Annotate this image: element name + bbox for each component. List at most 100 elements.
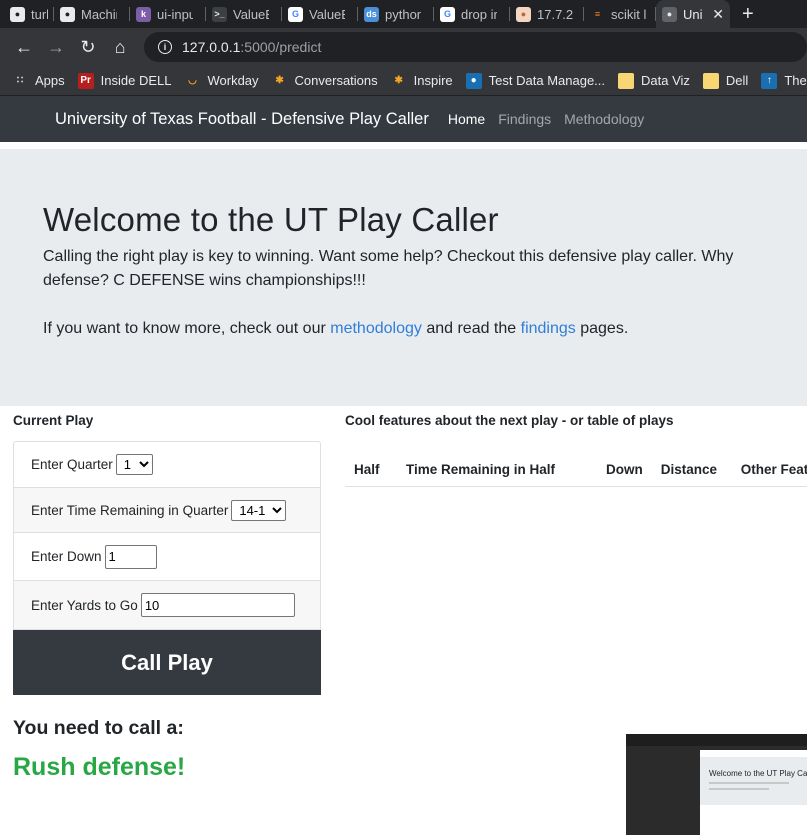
- intro-text: Calling the right play is key to winning…: [43, 248, 734, 289]
- browser-tab[interactable]: Gdrop ir: [434, 0, 510, 28]
- quarter-select[interactable]: 1: [115, 454, 153, 475]
- bookmark-item[interactable]: ✱ Conversations: [272, 73, 378, 89]
- browser-tab[interactable]: ● Machir: [54, 0, 130, 28]
- forward-icon[interactable]: →: [40, 31, 72, 63]
- tab-label: ValueE: [309, 6, 345, 22]
- down-label: Enter Down: [31, 549, 102, 564]
- terminal-icon: >_: [212, 6, 227, 22]
- google-icon: G: [440, 6, 455, 22]
- url-host: 127.0.0.1: [182, 39, 241, 55]
- play-form: Enter Quarter 1 Enter Time Remaining in …: [13, 441, 321, 630]
- bookmark-item[interactable]: ∷ Apps: [12, 73, 65, 89]
- folder-icon: [702, 72, 719, 89]
- yards-input[interactable]: [140, 593, 295, 617]
- current-play-heading: Current Play: [13, 413, 94, 428]
- nav-methodology[interactable]: Methodology: [564, 111, 644, 127]
- bookmark-label: Apps: [35, 73, 65, 88]
- current-play-panel: Current Play Enter Quarter 1 Enter Time …: [13, 413, 321, 695]
- bookmark-label: Workday: [207, 73, 259, 88]
- github-icon: ●: [60, 6, 75, 22]
- bookmark-item[interactable]: Pr Inside DELL: [77, 72, 171, 89]
- address-bar[interactable]: i 127.0.0.1:5000/predict: [144, 32, 807, 62]
- bookmark-label: Data Viz: [641, 73, 690, 88]
- browser-tab[interactable]: k ui-inpu: [130, 0, 206, 28]
- jumbotron: Welcome to the UT Play Caller Calling th…: [0, 149, 807, 406]
- bookmark-label: Test Data Manage...: [488, 73, 606, 88]
- github-icon: ●: [10, 6, 25, 22]
- bookmark-item[interactable]: ↑ The: [761, 72, 807, 89]
- features-panel: Cool features about the next play - or t…: [345, 413, 807, 487]
- thumbnail-toolbar: [626, 734, 807, 746]
- browser-tab[interactable]: >_ ValueE: [206, 0, 282, 28]
- methodology-link[interactable]: methodology: [330, 320, 422, 337]
- tab-label: turbo-l: [31, 6, 48, 22]
- bookmark-label: Dell: [725, 73, 749, 88]
- nav-home[interactable]: Home: [448, 111, 485, 127]
- thumbnail-title: Welcome to the UT Play Calle: [709, 769, 807, 778]
- apps-grid-icon: ∷: [16, 75, 24, 86]
- yards-row: Enter Yards to Go: [14, 581, 320, 629]
- thumbnail-text-line: [709, 788, 769, 790]
- more-prefix: If you want to know more, check out our: [43, 320, 331, 337]
- time-select[interactable]: 14-15: [231, 499, 287, 521]
- spark-icon: ✱: [275, 75, 284, 86]
- bookmark-item[interactable]: ● Test Data Manage...: [465, 72, 606, 89]
- folder-icon: [618, 72, 635, 89]
- bookmark-item[interactable]: ◡ Workday: [184, 73, 258, 89]
- spark-icon: ✱: [394, 75, 403, 86]
- time-label: Enter Time Remaining in Quarter: [31, 502, 229, 518]
- browser-tab[interactable]: ds python: [358, 0, 434, 28]
- bookmark-item[interactable]: ✱ Inspire: [391, 73, 453, 89]
- bookmark-label: Inspire: [413, 73, 453, 88]
- col-time-remaining: Time Remaining in Half: [397, 450, 597, 487]
- bookmark-label: Conversations: [294, 73, 378, 88]
- down-row: Enter Down: [14, 533, 320, 581]
- findings-link[interactable]: findings: [521, 320, 576, 337]
- bookmark-item[interactable]: Dell: [702, 72, 749, 89]
- circle-icon: ●: [516, 6, 531, 22]
- browser-tab[interactable]: ● turbo-l: [4, 0, 54, 28]
- browser-toolbar: ← → ↻ ⌂ i 127.0.0.1:5000/predict: [0, 28, 807, 66]
- close-icon[interactable]: ✕: [712, 6, 724, 23]
- nav-findings[interactable]: Findings: [498, 111, 551, 127]
- col-half: Half: [345, 450, 397, 487]
- google-icon: G: [288, 6, 303, 22]
- browser-tab[interactable]: ≡ scikit l: [584, 0, 656, 28]
- screenshot-thumbnail[interactable]: Welcome to the UT Play Calle: [626, 734, 807, 835]
- url-path: :5000/predict: [240, 39, 322, 55]
- reload-icon[interactable]: ↻: [72, 31, 104, 63]
- site-navbar: University of Texas Football - Defensive…: [0, 96, 807, 142]
- quarter-label: Enter Quarter: [31, 457, 113, 472]
- tab-label: python: [385, 6, 421, 22]
- tab-label: ui-inpu: [157, 6, 193, 22]
- tab-label: Machir: [81, 6, 117, 22]
- bookmark-item[interactable]: Data Viz: [618, 72, 690, 89]
- info-icon[interactable]: i: [158, 40, 172, 54]
- browser-chrome: ● turbo-l ● Machir k ui-inpu >_ ValueE G ValueE ds…: [0, 0, 807, 96]
- browser-tab[interactable]: ● Uni ✕: [656, 0, 730, 28]
- col-other-features: Other Featu: [731, 450, 807, 487]
- navbar-brand[interactable]: University of Texas Football - Defensive…: [55, 110, 429, 129]
- tab-label: scikit l: [611, 6, 647, 22]
- result-value: Rush defense!: [13, 753, 186, 781]
- pr-icon: Pr: [77, 72, 94, 89]
- thumbnail-text-line: [709, 782, 789, 784]
- yards-label: Enter Yards to Go: [31, 597, 138, 613]
- down-input[interactable]: [104, 544, 157, 569]
- call-play-button[interactable]: Call Play: [13, 630, 321, 695]
- new-tab-icon[interactable]: +: [742, 3, 754, 26]
- plays-table: Half Time Remaining in Half Down Distanc…: [345, 450, 807, 487]
- more-middle: and read the: [421, 320, 521, 337]
- more-suffix: pages.: [575, 320, 629, 337]
- tab-label: ValueE: [233, 6, 269, 22]
- ds-icon: ds: [364, 6, 379, 22]
- arrow-up-icon: ↑: [761, 72, 778, 89]
- more-info-text: If you want to know more, check out our …: [43, 317, 807, 341]
- browser-tab[interactable]: G ValueE: [282, 0, 358, 28]
- browser-tab[interactable]: ● 17.7.2: [510, 0, 584, 28]
- features-heading: Cool features about the next play - or t…: [345, 413, 674, 428]
- back-icon[interactable]: ←: [8, 31, 40, 63]
- globe-icon: ●: [662, 6, 677, 22]
- tab-label: Uni: [683, 6, 703, 22]
- home-icon[interactable]: ⌂: [104, 31, 136, 63]
